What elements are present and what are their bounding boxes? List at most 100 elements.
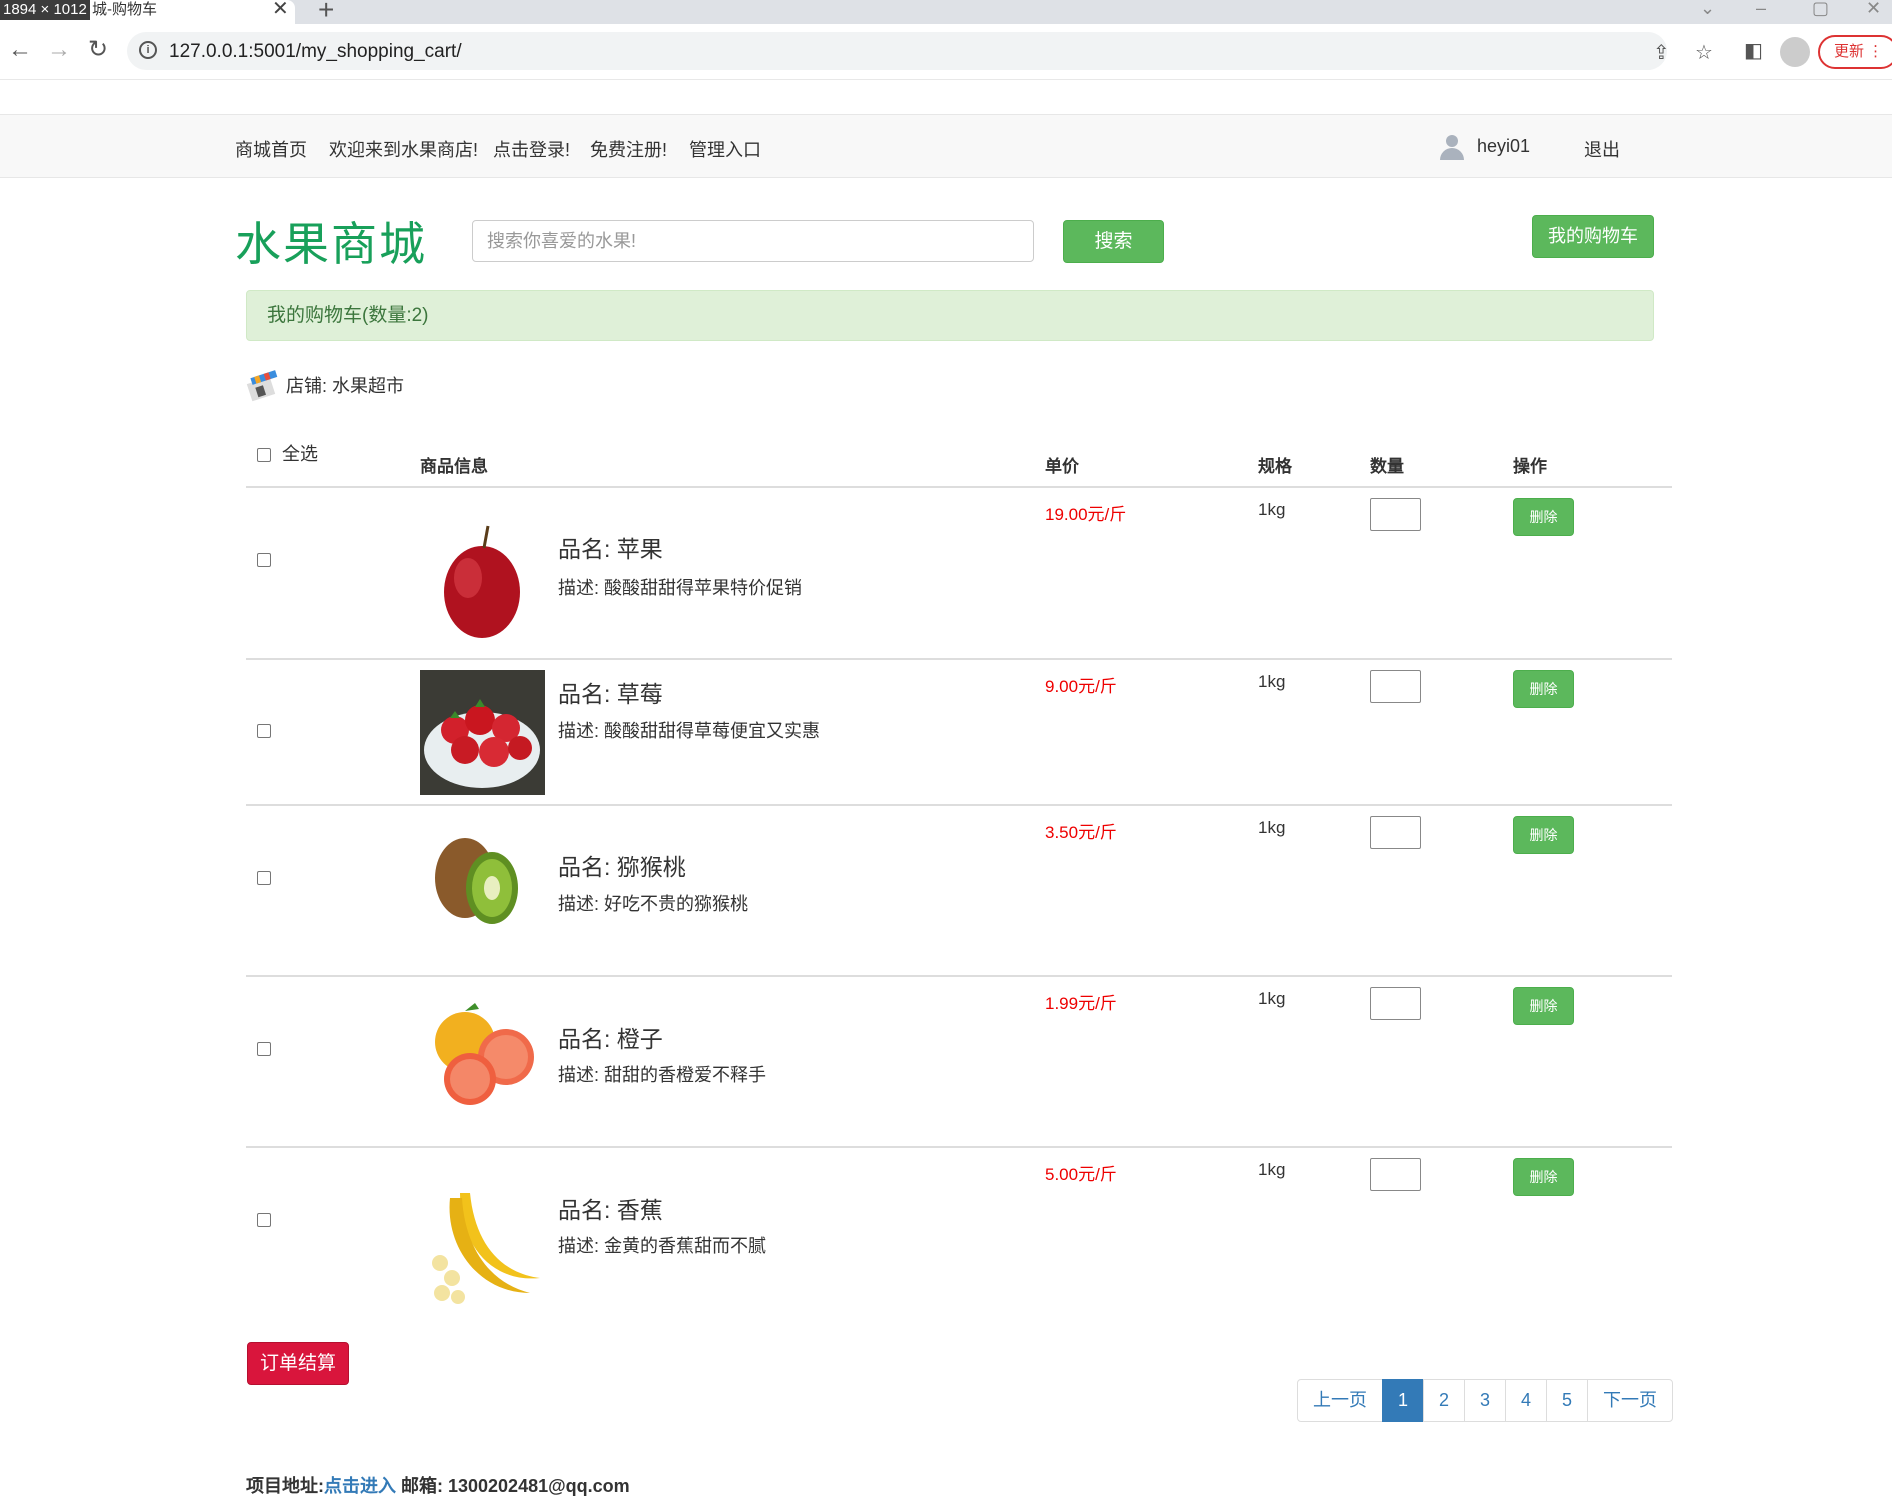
quantity-input[interactable]	[1370, 1158, 1421, 1191]
pagination: 上一页 1 2 3 4 5 下一页	[1297, 1379, 1673, 1423]
url-field[interactable]: i 127.0.0.1:5001/my_shopping_cart/ ⇪ ☆	[127, 32, 1713, 70]
cart-row: 品名: 猕猴桃 描述: 好吃不贵的猕猴桃 3.50元/斤 1kg 删除	[246, 806, 1672, 976]
logout-link[interactable]: 退出	[1584, 136, 1620, 162]
cart-row: 品名: 橙子 描述: 甜甜的香橙爱不释手 1.99元/斤 1kg 删除	[246, 977, 1672, 1147]
row-checkbox[interactable]	[257, 1042, 271, 1056]
row-checkbox[interactable]	[257, 724, 271, 738]
page-2-button[interactable]: 2	[1423, 1379, 1465, 1422]
delete-button[interactable]: 删除	[1513, 816, 1574, 854]
page-1-button[interactable]: 1	[1382, 1379, 1424, 1422]
delete-button[interactable]: 删除	[1513, 1158, 1574, 1196]
row-checkbox[interactable]	[257, 871, 271, 885]
nav-register-link[interactable]: 免费注册!	[590, 136, 667, 162]
site-logo[interactable]: 水果商城	[235, 208, 427, 274]
quantity-input[interactable]	[1370, 987, 1421, 1020]
product-spec: 1kg	[1258, 500, 1286, 519]
tab-search-icon[interactable]: ⌄	[1700, 0, 1715, 19]
dimensions-badge: 1894 × 1012	[0, 0, 90, 20]
share-icon[interactable]: ⇪	[1653, 40, 1670, 65]
bookmark-star-icon[interactable]: ☆	[1695, 40, 1713, 65]
delete-button[interactable]: 删除	[1513, 987, 1574, 1025]
nav-welcome-link[interactable]: 欢迎来到水果商店!	[329, 136, 478, 162]
page-5-button[interactable]: 5	[1546, 1379, 1588, 1422]
reload-icon[interactable]: ↻	[88, 38, 108, 62]
quantity-input[interactable]	[1370, 670, 1421, 703]
product-desc: 描述: 好吃不贵的猕猴桃	[558, 894, 749, 914]
browser-tab-strip: 城-购物车 ✕ 1894 × 1012 + ⌄ – ▢ ✕	[0, 0, 1892, 24]
product-name: 品名: 猕猴桃	[558, 854, 686, 880]
footer-email: 邮箱: 1300202481@qq.com	[396, 1476, 630, 1496]
site-info-icon[interactable]: i	[139, 41, 157, 59]
quantity-input[interactable]	[1370, 498, 1421, 531]
cart-row: 品名: 草莓 描述: 酸酸甜甜得草莓便宜又实惠 9.00元/斤 1kg 删除	[246, 660, 1672, 805]
product-desc: 描述: 酸酸甜甜得草莓便宜又实惠	[558, 721, 821, 741]
product-image-banana	[420, 1183, 545, 1308]
nav-admin-link[interactable]: 管理入口	[689, 136, 761, 162]
select-all[interactable]: 全选	[257, 440, 318, 466]
product-name: 品名: 橙子	[558, 1026, 663, 1052]
product-name: 品名: 苹果	[558, 536, 663, 562]
username-link[interactable]: heyi01	[1477, 136, 1530, 157]
cart-row: 品名: 苹果 描述: 酸酸甜甜得苹果特价促销 19.00元/斤 1kg 删除	[246, 488, 1672, 658]
my-cart-button[interactable]: 我的购物车	[1532, 215, 1654, 258]
user-icon	[1440, 135, 1464, 160]
product-price: 1.99元/斤	[1045, 994, 1117, 1013]
delete-button[interactable]: 删除	[1513, 498, 1574, 536]
update-label: 更新	[1834, 43, 1865, 60]
search-input[interactable]	[472, 220, 1034, 262]
shop-icon	[246, 370, 278, 402]
close-tab-icon[interactable]: ✕	[272, 0, 289, 19]
side-panel-icon[interactable]: ◧	[1744, 38, 1763, 63]
product-image-apple	[420, 518, 545, 643]
product-name: 品名: 香蕉	[558, 1197, 663, 1223]
page-4-button[interactable]: 4	[1505, 1379, 1547, 1422]
product-image-strawberry	[420, 670, 545, 795]
footer-project-link[interactable]: 点击进入	[324, 1476, 396, 1496]
update-button[interactable]: 更新 ⋮	[1818, 35, 1892, 69]
product-spec: 1kg	[1258, 672, 1286, 691]
column-header-qty: 数量	[1370, 457, 1404, 476]
next-page-button[interactable]: 下一页	[1587, 1379, 1673, 1422]
cart-row: 品名: 香蕉 描述: 金黄的香蕉甜而不腻 5.00元/斤 1kg 删除	[246, 1148, 1672, 1318]
delete-button[interactable]: 删除	[1513, 670, 1574, 708]
page-3-button[interactable]: 3	[1464, 1379, 1506, 1422]
product-spec: 1kg	[1258, 1160, 1286, 1179]
product-image-orange	[420, 987, 545, 1112]
product-desc: 描述: 甜甜的香橙爱不释手	[558, 1065, 767, 1085]
new-tab-icon[interactable]: +	[318, 0, 334, 24]
back-icon[interactable]: ←	[8, 38, 32, 62]
row-checkbox[interactable]	[257, 553, 271, 567]
address-bar: ← → ↻ i 127.0.0.1:5001/my_shopping_cart/…	[0, 24, 1892, 80]
tab-title: 城-购物车	[92, 1, 157, 18]
profile-avatar-icon[interactable]	[1780, 37, 1810, 67]
product-name: 品名: 草莓	[558, 681, 663, 707]
prev-page-button[interactable]: 上一页	[1297, 1379, 1383, 1422]
product-spec: 1kg	[1258, 818, 1286, 837]
column-header-price: 单价	[1045, 457, 1079, 476]
shop-name: 店铺: 水果超市	[286, 376, 405, 396]
column-header-info: 商品信息	[420, 457, 488, 476]
footer-project-label: 项目地址:	[246, 1476, 324, 1496]
nav-login-link[interactable]: 点击登录!	[493, 136, 570, 162]
column-header-spec: 规格	[1258, 457, 1292, 476]
nav-home-link[interactable]: 商城首页	[235, 136, 307, 162]
product-spec: 1kg	[1258, 989, 1286, 1008]
footer: 项目地址:点击进入 邮箱: 1300202481@qq.com	[246, 1472, 630, 1498]
product-price: 19.00元/斤	[1045, 505, 1127, 524]
product-price: 5.00元/斤	[1045, 1165, 1117, 1184]
row-checkbox[interactable]	[257, 1213, 271, 1227]
product-price: 3.50元/斤	[1045, 823, 1117, 842]
product-price: 9.00元/斤	[1045, 677, 1117, 696]
search-button[interactable]: 搜索	[1063, 220, 1164, 263]
select-all-checkbox[interactable]	[257, 448, 271, 463]
quantity-input[interactable]	[1370, 816, 1421, 849]
top-navbar: 商城首页 欢迎来到水果商店! 点击登录! 免费注册! 管理入口 heyi01 退…	[0, 114, 1892, 178]
cart-title-alert: 我的购物车(数量:2)	[246, 290, 1654, 341]
minimize-icon[interactable]: –	[1756, 0, 1766, 19]
column-header-op: 操作	[1513, 457, 1547, 476]
product-image-kiwi	[420, 816, 545, 941]
close-window-icon[interactable]: ✕	[1866, 0, 1881, 19]
checkout-button[interactable]: 订单结算	[247, 1342, 349, 1385]
forward-icon[interactable]: →	[47, 38, 71, 62]
maximize-icon[interactable]: ▢	[1812, 0, 1829, 19]
